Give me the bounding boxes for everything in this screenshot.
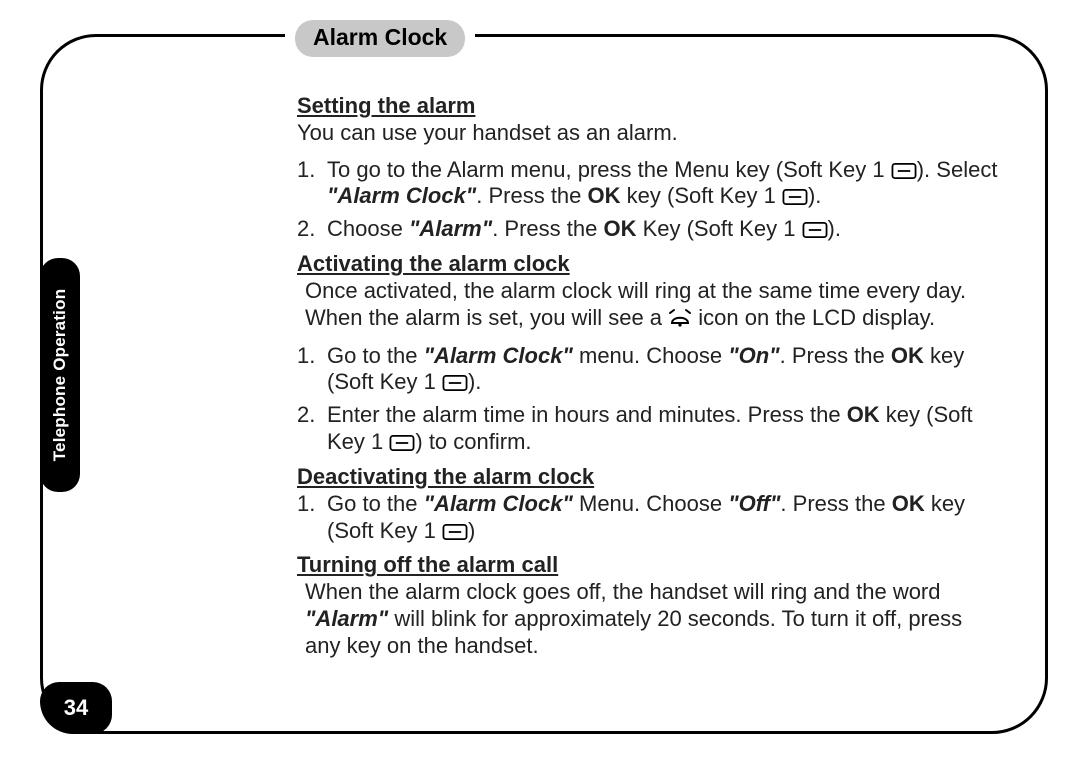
activating-steps: 1. Go to the "Alarm Clock" menu. Choose … — [297, 343, 1001, 456]
list-item: 2. Choose "Alarm". Press the OK Key (Sof… — [297, 216, 1001, 243]
softkey-icon — [782, 189, 808, 205]
step-text: To go to the Alarm menu, press the Menu … — [327, 157, 997, 209]
turning-off-paragraph: When the alarm clock goes off, the hands… — [305, 579, 1001, 659]
list-item: 2. Enter the alarm time in hours and min… — [297, 402, 1001, 456]
step-text: Go to the "Alarm Clock" Menu. Choose "Of… — [327, 491, 965, 543]
manual-page: Telephone Operation 34 Alarm Clock Setti… — [40, 34, 1048, 734]
section-tab-label: Telephone Operation — [50, 289, 70, 462]
subheading-deactivating: Deactivating the alarm clock — [297, 464, 1001, 491]
alarm-icon — [668, 308, 692, 335]
step-number: 2. — [297, 216, 315, 243]
softkey-icon — [442, 375, 468, 391]
subheading-setting: Setting the alarm — [297, 93, 1001, 120]
step-number: 1. — [297, 491, 315, 518]
softkey-icon — [891, 163, 917, 179]
step-text: Choose "Alarm". Press the OK Key (Soft K… — [327, 216, 841, 241]
deactivating-steps: 1. Go to the "Alarm Clock" Menu. Choose … — [297, 491, 1001, 545]
step-number: 1. — [297, 343, 315, 370]
section-tab: Telephone Operation — [40, 258, 80, 492]
list-item: 1. To go to the Alarm menu, press the Me… — [297, 157, 1001, 211]
content-area: Setting the alarm You can use your hands… — [297, 87, 1001, 668]
subheading-turning-off: Turning off the alarm call — [297, 552, 1001, 579]
list-item: 1. Go to the "Alarm Clock" Menu. Choose … — [297, 491, 1001, 545]
section-heading: Alarm Clock — [295, 20, 465, 57]
step-number: 2. — [297, 402, 315, 429]
page-number-badge: 34 — [40, 682, 112, 734]
page-number: 34 — [64, 695, 88, 721]
softkey-icon — [389, 435, 415, 451]
step-number: 1. — [297, 157, 315, 184]
list-item: 1. Go to the "Alarm Clock" menu. Choose … — [297, 343, 1001, 397]
activating-paragraph: Once activated, the alarm clock will rin… — [305, 278, 1001, 335]
step-text: Enter the alarm time in hours and minute… — [327, 402, 973, 454]
subheading-activating: Activating the alarm clock — [297, 251, 1001, 278]
section-heading-wrap: Alarm Clock — [285, 20, 475, 57]
setting-intro: You can use your handset as an alarm. — [297, 120, 1001, 147]
step-text: Go to the "Alarm Clock" menu. Choose "On… — [327, 343, 964, 395]
setting-steps: 1. To go to the Alarm menu, press the Me… — [297, 157, 1001, 243]
softkey-icon — [442, 524, 468, 540]
softkey-icon — [802, 222, 828, 238]
